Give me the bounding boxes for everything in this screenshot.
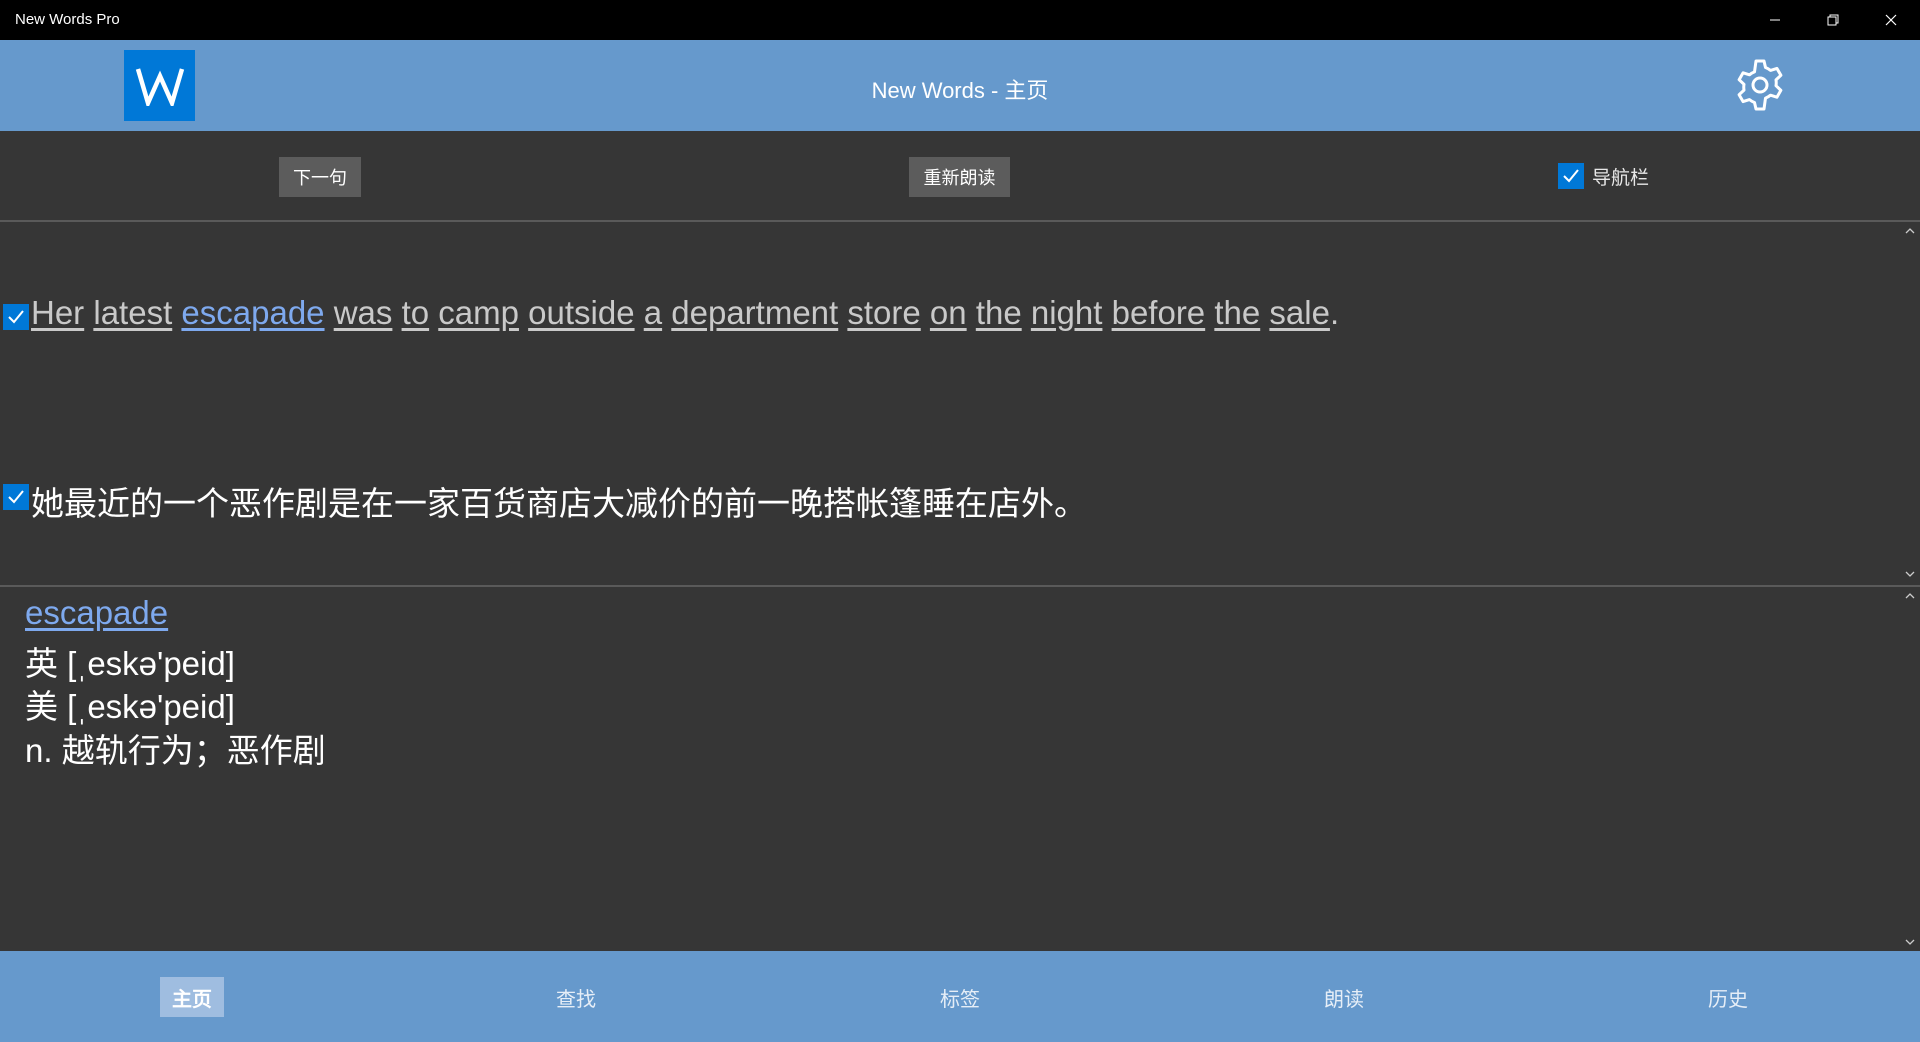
tab-home[interactable]: 主页 [160, 977, 224, 1017]
sentence-checkbox[interactable] [3, 304, 29, 330]
scroll-down-arrow-icon[interactable] [1904, 569, 1916, 579]
sentence-word[interactable]: camp [438, 294, 519, 331]
restore-button[interactable] [1804, 0, 1862, 40]
sentence-word[interactable]: was [334, 294, 393, 331]
scroll-up-arrow-icon[interactable] [1904, 226, 1916, 236]
sentence-word[interactable]: department [671, 294, 838, 331]
tab-search[interactable]: 查找 [544, 977, 608, 1017]
nav-bar-checkbox[interactable] [1558, 163, 1584, 189]
minimize-button[interactable] [1746, 0, 1804, 40]
restore-icon [1827, 14, 1839, 26]
definition-pane: escapade 英 [ˌeskə'peid] 美 [ˌeskə'peid] n… [0, 587, 1920, 951]
title-bar: New Words Pro [0, 0, 1920, 40]
minimize-icon [1770, 19, 1780, 21]
bottom-nav: 主页 查找 标签 朗读 历史 [0, 951, 1920, 1042]
sentence-word[interactable]: before [1112, 294, 1206, 331]
scroll-down-arrow-icon[interactable] [1904, 937, 1916, 947]
sentence-word[interactable]: store [847, 294, 920, 331]
definition-word-link[interactable]: escapade [25, 594, 168, 631]
word-meaning: n. 越轨行为；恶作剧 [25, 732, 326, 769]
settings-button[interactable] [1732, 57, 1788, 113]
us-pronunciation: 美 [ˌeskə'peid] [25, 688, 235, 725]
next-sentence-button[interactable]: 下一句 [279, 157, 361, 197]
tab-tags[interactable]: 标签 [928, 977, 992, 1017]
toolbar: 下一句 重新朗读 导航栏 [0, 131, 1920, 222]
tab-read[interactable]: 朗读 [1312, 977, 1376, 1017]
nav-bar-checkbox-label: 导航栏 [1592, 168, 1650, 189]
sentence-word[interactable]: the [1214, 294, 1260, 331]
sentence-word[interactable]: Her [31, 294, 84, 331]
checkmark-icon [8, 490, 24, 504]
gear-icon [1737, 59, 1783, 111]
sentence-end-punctuation: . [1329, 294, 1340, 331]
replay-button[interactable]: 重新朗读 [909, 157, 1010, 197]
checkmark-icon [1563, 169, 1579, 183]
uk-pronunciation: 英 [ˌeskə'peid] [25, 645, 235, 682]
sentence-word[interactable]: outside [528, 294, 634, 331]
checkmark-icon [8, 310, 24, 324]
translation-checkbox[interactable] [3, 484, 29, 510]
sentence-word[interactable]: a [644, 294, 662, 331]
english-sentence: Her latest escapade was to camp outside … [31, 294, 1339, 332]
page-title: New Words - 主页 [871, 78, 1049, 103]
chinese-translation: 她最近的一个恶作剧是在一家百货商店大减价的前一晚搭帐篷睡在店外。 [31, 485, 1087, 522]
sentence-pane: Her latest escapade was to camp outside … [0, 222, 1920, 587]
sentence-word[interactable]: sale [1269, 294, 1330, 331]
app-header: New Words - 主页 [0, 40, 1920, 131]
sentence-word[interactable]: night [1031, 294, 1103, 331]
tab-history[interactable]: 历史 [1696, 977, 1760, 1017]
sentence-word[interactable]: on [930, 294, 967, 331]
close-button[interactable] [1862, 0, 1920, 40]
close-icon [1885, 14, 1897, 26]
sentence-word[interactable]: to [402, 294, 430, 331]
sentence-word[interactable]: latest [93, 294, 172, 331]
sentence-word[interactable]: escapade [181, 294, 324, 331]
window-title: New Words Pro [15, 11, 120, 28]
sentence-word[interactable]: the [976, 294, 1022, 331]
scroll-up-arrow-icon[interactable] [1904, 591, 1916, 601]
